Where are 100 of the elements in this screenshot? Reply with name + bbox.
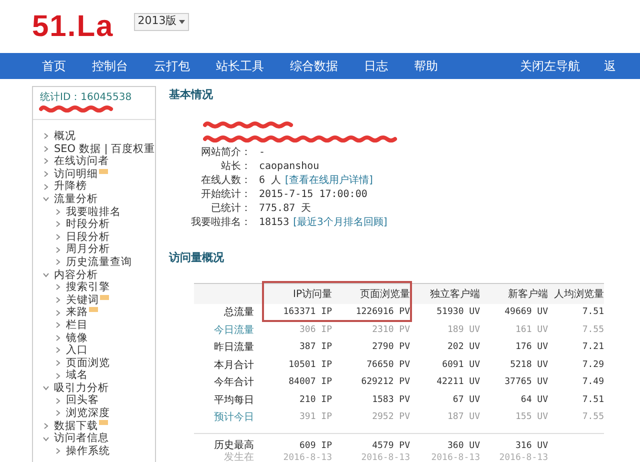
field-value: 2015-7-15 17:00:00: [259, 188, 368, 202]
table-cell-text: 7.21: [581, 341, 604, 354]
sidebar-item[interactable]: 操作系统: [66, 444, 110, 458]
date-text: 2016-8-13: [430, 452, 480, 462]
nav-link[interactable]: 日志: [364, 57, 388, 75]
link[interactable]: [最近3个月排名回顾]: [293, 216, 388, 230]
sidebar-item[interactable]: 入口: [66, 344, 88, 357]
table-cell-text: 7.55: [581, 411, 604, 424]
row-label: 历史最高: [213, 440, 254, 452]
sidebar-item[interactable]: 周月分析: [66, 243, 110, 256]
sidebar-item[interactable]: 回头客: [66, 394, 99, 408]
field-value: -: [259, 146, 266, 160]
date-text: 2016-8-13: [360, 452, 410, 462]
caret-icon: [178, 20, 185, 24]
sidebar-item[interactable]: 日段分析: [66, 230, 110, 244]
table-cell-text: 5218 UV: [509, 358, 548, 372]
table-cell-text: 387 IP: [298, 341, 332, 354]
sidebar-item[interactable]: 搜索引擎: [66, 281, 110, 294]
sidebar-item[interactable]: 关键词: [66, 294, 99, 306]
row-label: 平均每日: [213, 394, 254, 408]
table-cell-text: 42211 UV: [436, 376, 480, 389]
table-cell-text: 2790 PV: [371, 341, 410, 354]
field-value: caopanshou: [259, 160, 320, 174]
table-cell-text: 210 IP: [298, 394, 332, 406]
link[interactable]: [查看在线用户详情]: [285, 174, 373, 188]
field-value: 6 人: [259, 174, 282, 188]
table-cell-text: 629212 PV: [360, 376, 410, 389]
table-cell-text: 189 UV: [446, 324, 480, 336]
field-value: 775.87 天: [259, 202, 312, 216]
logo[interactable]: 51.La: [32, 12, 114, 42]
field-label: 站长：: [220, 160, 251, 174]
sidebar-item[interactable]: 我要啦排名: [66, 206, 121, 218]
sidebar-item[interactable]: 历史流量查询: [66, 256, 132, 269]
sidebar-item[interactable]: 概况: [54, 130, 76, 143]
sidebar-item[interactable]: 访问者信息: [54, 432, 109, 445]
table-cell-text: 316 UV: [514, 440, 548, 452]
nav-link[interactable]: 云打包: [154, 57, 190, 75]
section-title: 基本情况: [169, 87, 214, 103]
row-label: 总流量: [223, 306, 254, 320]
field-label: 已统计：: [210, 202, 251, 216]
table-cell-text: 2952 PV: [371, 411, 410, 424]
field-label: 开始统计：: [200, 188, 251, 202]
sidebar-item[interactable]: 吸引力分析: [54, 382, 109, 394]
nav-link[interactable]: 关闭左导航: [520, 57, 580, 75]
table-cell-text: 84007 IP: [288, 376, 332, 389]
sidebar-item[interactable]: 来路: [66, 306, 88, 319]
table-cell-text: 6091 UV: [441, 358, 480, 372]
date-text: 2016-8-13: [498, 452, 548, 462]
chevron-right-icon: [55, 448, 61, 454]
table-cell-text: 4579 PV: [371, 440, 410, 452]
table-cell-text: 360 UV: [446, 440, 480, 452]
table-cell-text: 7.51: [581, 306, 604, 319]
field-value: 18153: [259, 216, 290, 230]
sidebar-item[interactable]: 数据下载: [54, 420, 98, 432]
nav-link[interactable]: 站长工具: [216, 57, 264, 75]
stat-id: 16045538: [80, 92, 132, 103]
row-label: 本月合计: [213, 358, 254, 373]
table-cell-text: 51930 UV: [436, 306, 480, 319]
sidebar-item[interactable]: 浏览深度: [66, 407, 110, 420]
sidebar-item[interactable]: 访问明细: [54, 168, 98, 180]
table-cell-text: 155 UV: [514, 411, 548, 424]
sidebar-item[interactable]: 在线访问者: [54, 155, 109, 168]
row-label: 今年合计: [213, 376, 254, 390]
column-header: 新客户端: [507, 288, 548, 302]
column-header: 人均浏览量: [553, 288, 604, 302]
sidebar-item[interactable]: 镜像: [66, 332, 88, 344]
nav-link[interactable]: 控制台: [92, 57, 128, 75]
table-cell-text: 76650 PV: [366, 358, 410, 372]
table-cell-text: 1226916 PV: [354, 306, 410, 319]
row-label[interactable]: 今日流量: [194, 322, 254, 338]
sidebar-item[interactable]: SEO 数据 | 百度权重: [54, 142, 155, 156]
sidebar-item[interactable]: 栏目: [66, 318, 88, 332]
version-dropdown[interactable]: 2013版: [134, 12, 189, 30]
table-cell-text: 176 UV: [514, 341, 548, 354]
table-cell-text: 391 IP: [298, 411, 332, 424]
nav-link[interactable]: 综合数据: [290, 57, 338, 75]
section-title: 访问量概况: [169, 250, 225, 266]
nav-link[interactable]: 首页: [42, 57, 66, 75]
table-cell-text: 37765 UV: [504, 376, 548, 389]
nav-link[interactable]: 帮助: [414, 57, 438, 75]
table-cell-text: 10501 IP: [288, 358, 332, 372]
row-label[interactable]: 预计今日: [194, 410, 254, 426]
table-cell-text: 161 UV: [514, 324, 548, 336]
column-header: 页面浏览量: [359, 288, 410, 302]
table-cell-text: 306 IP: [298, 324, 332, 336]
table-cell-text: 7.51: [581, 394, 604, 406]
sidebar-item[interactable]: 时段分析: [66, 218, 110, 231]
sidebar-item[interactable]: 流量分析: [54, 192, 98, 206]
table-cell-text: 2310 PV: [371, 324, 410, 336]
sidebar-item[interactable]: 升降榜: [54, 180, 87, 193]
field-label: 我要啦排名：: [190, 216, 251, 230]
table-cell-text: 609 IP: [298, 440, 332, 452]
table-cell-text: 49669 UV: [504, 306, 548, 319]
nav-link[interactable]: 返: [604, 57, 616, 75]
table-cell-text: 67 UV: [452, 394, 480, 406]
stat-id-label: 统计ID：: [40, 92, 81, 103]
sidebar-item[interactable]: 内容分析: [54, 268, 98, 282]
sidebar-item[interactable]: 域名: [66, 369, 88, 382]
sidebar-item[interactable]: 页面浏览: [66, 356, 110, 370]
column-header: IP访问量: [292, 288, 332, 302]
